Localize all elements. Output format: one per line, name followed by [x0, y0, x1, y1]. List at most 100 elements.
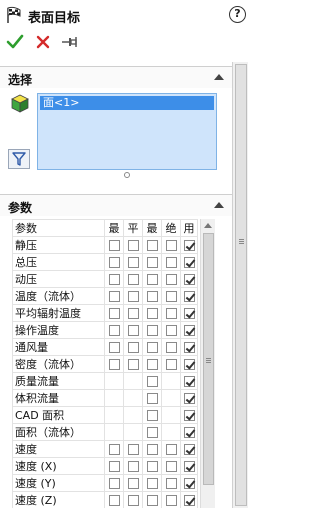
- max-checkbox[interactable]: [146, 376, 158, 387]
- max-checkbox[interactable]: [146, 342, 158, 353]
- table-row: 平均辐射温度: [12, 304, 198, 322]
- max-checkbox[interactable]: [146, 478, 158, 489]
- avg-checkbox[interactable]: [127, 240, 139, 251]
- pin-button[interactable]: [60, 32, 80, 52]
- max-checkbox[interactable]: [146, 274, 158, 285]
- use-checkbox[interactable]: [183, 461, 195, 472]
- use-checkbox[interactable]: [183, 274, 195, 285]
- use-checkbox[interactable]: [183, 495, 195, 506]
- pushpin-icon: [62, 37, 77, 47]
- column-header-max[interactable]: 最: [142, 219, 162, 237]
- min-checkbox[interactable]: [108, 240, 120, 251]
- use-checkbox[interactable]: [183, 410, 195, 421]
- column-header-avg[interactable]: 平: [123, 219, 143, 237]
- collapse-arrow-icon[interactable]: [214, 202, 224, 208]
- bulk-checkbox[interactable]: [165, 444, 177, 455]
- max-checkbox[interactable]: [146, 325, 158, 336]
- avg-checkbox[interactable]: [127, 359, 139, 370]
- bulk-checkbox[interactable]: [165, 461, 177, 472]
- filter-button[interactable]: [8, 149, 30, 169]
- min-checkbox[interactable]: [108, 274, 120, 285]
- face-selection-list[interactable]: 面<1>: [37, 93, 217, 170]
- use-checkbox[interactable]: [183, 359, 195, 370]
- ok-button[interactable]: [5, 32, 25, 52]
- min-checkbox[interactable]: [108, 461, 120, 472]
- table-scrollbar[interactable]: [200, 219, 215, 508]
- max-checkbox[interactable]: [146, 444, 158, 455]
- help-button[interactable]: ?: [229, 6, 246, 23]
- scroll-up-arrow-icon[interactable]: [204, 223, 212, 228]
- parameter-name: 速度: [12, 440, 105, 458]
- table-scrollbar-thumb[interactable]: [203, 233, 214, 485]
- parameters-section-title: 参数: [8, 201, 33, 215]
- bulk-checkbox[interactable]: [165, 291, 177, 302]
- avg-checkbox[interactable]: [127, 325, 139, 336]
- bulk-checkbox[interactable]: [165, 478, 177, 489]
- parameter-name: 质量流量: [12, 372, 105, 390]
- cancel-button[interactable]: [33, 32, 53, 52]
- min-checkbox[interactable]: [108, 308, 120, 319]
- column-header-min[interactable]: 最: [104, 219, 124, 237]
- max-checkbox[interactable]: [146, 308, 158, 319]
- cell-avg: [123, 372, 143, 390]
- bulk-checkbox[interactable]: [165, 359, 177, 370]
- max-checkbox[interactable]: [146, 393, 158, 404]
- cell-max: [142, 372, 162, 390]
- cell-avg: [123, 287, 143, 305]
- selection-section-header[interactable]: 选择: [0, 66, 232, 88]
- bulk-checkbox[interactable]: [165, 495, 177, 506]
- column-header-use[interactable]: 用: [180, 219, 198, 237]
- use-checkbox[interactable]: [183, 342, 195, 353]
- use-checkbox[interactable]: [183, 291, 195, 302]
- bulk-checkbox[interactable]: [165, 274, 177, 285]
- bulk-checkbox[interactable]: [165, 342, 177, 353]
- avg-checkbox[interactable]: [127, 291, 139, 302]
- bulk-checkbox[interactable]: [165, 257, 177, 268]
- avg-checkbox[interactable]: [127, 495, 139, 506]
- max-checkbox[interactable]: [146, 359, 158, 370]
- panel-scrollbar-thumb[interactable]: [235, 64, 247, 506]
- cell-min: [104, 440, 124, 458]
- use-checkbox[interactable]: [183, 444, 195, 455]
- min-checkbox[interactable]: [108, 325, 120, 336]
- parameters-section-header[interactable]: 参数: [0, 194, 232, 216]
- min-checkbox[interactable]: [108, 495, 120, 506]
- selected-face-item[interactable]: 面<1>: [40, 96, 214, 110]
- avg-checkbox[interactable]: [127, 478, 139, 489]
- avg-checkbox[interactable]: [127, 308, 139, 319]
- avg-checkbox[interactable]: [127, 342, 139, 353]
- bulk-checkbox[interactable]: [165, 240, 177, 251]
- min-checkbox[interactable]: [108, 257, 120, 268]
- min-checkbox[interactable]: [108, 359, 120, 370]
- max-checkbox[interactable]: [146, 240, 158, 251]
- use-checkbox[interactable]: [183, 308, 195, 319]
- avg-checkbox[interactable]: [127, 444, 139, 455]
- min-checkbox[interactable]: [108, 291, 120, 302]
- max-checkbox[interactable]: [146, 461, 158, 472]
- max-checkbox[interactable]: [146, 495, 158, 506]
- min-checkbox[interactable]: [108, 444, 120, 455]
- use-checkbox[interactable]: [183, 478, 195, 489]
- cell-avg: [123, 304, 143, 322]
- use-checkbox[interactable]: [183, 427, 195, 438]
- max-checkbox[interactable]: [146, 291, 158, 302]
- max-checkbox[interactable]: [146, 410, 158, 421]
- use-checkbox[interactable]: [183, 393, 195, 404]
- use-checkbox[interactable]: [183, 257, 195, 268]
- bulk-checkbox[interactable]: [165, 308, 177, 319]
- use-checkbox[interactable]: [183, 376, 195, 387]
- column-header-bulk[interactable]: 绝: [161, 219, 181, 237]
- list-resize-handle[interactable]: [124, 172, 130, 178]
- min-checkbox[interactable]: [108, 342, 120, 353]
- avg-checkbox[interactable]: [127, 461, 139, 472]
- max-checkbox[interactable]: [146, 257, 158, 268]
- avg-checkbox[interactable]: [127, 257, 139, 268]
- collapse-arrow-icon[interactable]: [214, 74, 224, 80]
- max-checkbox[interactable]: [146, 427, 158, 438]
- use-checkbox[interactable]: [183, 325, 195, 336]
- panel-scrollbar[interactable]: [232, 62, 248, 508]
- min-checkbox[interactable]: [108, 478, 120, 489]
- bulk-checkbox[interactable]: [165, 325, 177, 336]
- use-checkbox[interactable]: [183, 240, 195, 251]
- avg-checkbox[interactable]: [127, 274, 139, 285]
